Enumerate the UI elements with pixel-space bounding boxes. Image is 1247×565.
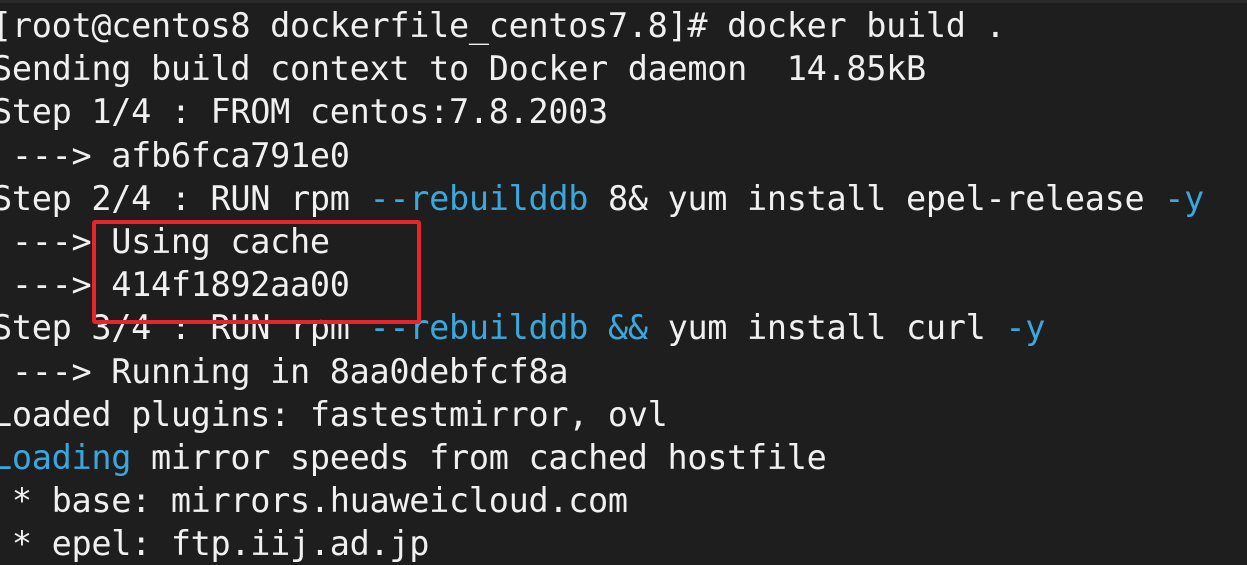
- terminal-line: Loaded plugins: fastestmirror, ovl: [0, 393, 1247, 436]
- terminal-line: ---> 414f1892aa00: [0, 263, 1247, 306]
- line-text: ---> 414f1892aa00: [0, 265, 350, 305]
- terminal-line: Loading mirror speeds from cached hostfi…: [0, 436, 1247, 479]
- line-text: 8& yum install epel-release: [588, 178, 1165, 218]
- line-text: [588, 308, 608, 347]
- line-text: * epel: ftp.iij.ad.jp: [0, 524, 430, 564]
- terminal-line: Step 1/4 : FROM centos:7.8.2003: [0, 90, 1247, 133]
- terminal-line: * epel: ftp.iij.ad.jp: [0, 522, 1247, 565]
- line-text: ---> afb6fca791e0: [0, 135, 350, 175]
- terminal-output: [root@centos8 dockerfile_centos7.8]# doc…: [0, 4, 1247, 564]
- terminal-line: ---> Running in 8aa0debfcf8a: [0, 350, 1247, 393]
- terminal-line: ---> afb6fca791e0: [0, 134, 1247, 177]
- line-text: ---> Running in 8aa0debfcf8a: [0, 351, 569, 391]
- terminal-line: Step 2/4 : RUN rpm --rebuilddb 8& yum in…: [0, 177, 1247, 220]
- line-text: ---> Using cache: [0, 221, 330, 261]
- line-text: Step 2/4 : RUN rpm: [0, 178, 370, 218]
- line-text: * base: mirrors.huaweicloud.com: [0, 481, 628, 521]
- flag-text: -y: [1005, 308, 1046, 348]
- window-top-edge: [0, 0, 1247, 3]
- line-text: Step 3/4 : RUN rpm: [0, 308, 370, 348]
- terminal-line: [root@centos8 dockerfile_centos7.8]# doc…: [0, 4, 1247, 47]
- line-text: mirror speeds from cached hostfile: [131, 437, 827, 477]
- terminal-line: Sending build context to Docker daemon 1…: [0, 47, 1247, 90]
- flag-text: -y: [1164, 178, 1205, 218]
- terminal-line: Step 3/4 : RUN rpm --rebuilddb && yum in…: [0, 306, 1247, 349]
- line-text: [root@centos8 dockerfile_centos7.8]# doc…: [0, 6, 1006, 45]
- flag-text: --rebuilddb: [369, 178, 589, 218]
- line-text: Sending build context to Docker daemon 1…: [0, 49, 926, 89]
- terminal-screenshot: { "terminal": { "colors": { "background"…: [0, 0, 1247, 563]
- line-text: yum install curl: [647, 308, 1006, 348]
- operator-text: &&: [607, 308, 648, 348]
- terminal-line: ---> Using cache: [0, 220, 1247, 263]
- keyword-text: Loading: [0, 437, 132, 477]
- line-text: Loaded plugins: fastestmirror, ovl: [0, 394, 668, 434]
- line-text: Step 1/4 : FROM centos:7.8.2003: [0, 92, 608, 132]
- terminal-line: * base: mirrors.huaweicloud.com: [0, 479, 1247, 522]
- flag-text: --rebuilddb: [369, 308, 589, 348]
